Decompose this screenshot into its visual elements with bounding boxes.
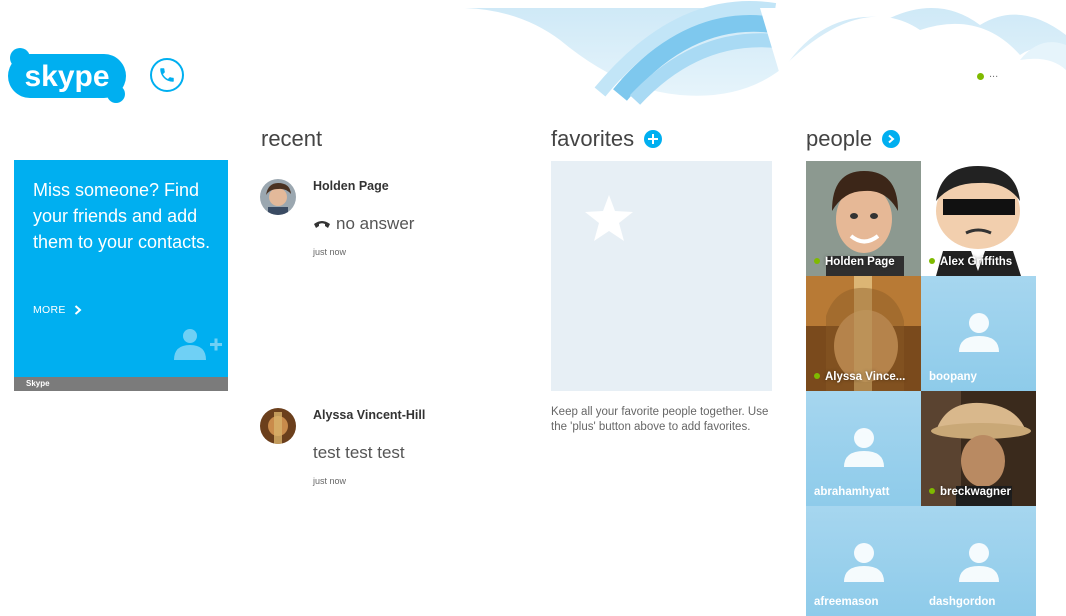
status-more[interactable]: ...: [989, 68, 998, 80]
contact-tile-alex-griffiths[interactable]: Alex Griffiths: [921, 161, 1036, 276]
contact-tile-boopany[interactable]: boopany: [921, 276, 1036, 391]
skype-logo: skype: [8, 48, 126, 103]
recent-item[interactable]: Holden Page no answer just now: [260, 179, 500, 259]
online-status-dot[interactable]: [977, 73, 984, 80]
chevron-right-icon: [74, 305, 82, 315]
contact-name-text: dashgordon: [929, 596, 996, 608]
contact-name: Alex Griffiths: [921, 252, 1036, 276]
chevron-right-icon: [888, 134, 895, 144]
contact-name: breckwagner: [921, 482, 1036, 506]
promo-more-label: MORE: [33, 304, 66, 316]
call-button[interactable]: [150, 58, 184, 92]
contact-tile-abrahamhyatt[interactable]: abrahamhyatt: [806, 391, 921, 506]
default-avatar-icon: [959, 543, 999, 582]
recent-message: no answer: [313, 214, 414, 234]
default-avatar-icon: [844, 543, 884, 582]
online-indicator: [814, 257, 820, 264]
contact-name: boopany: [921, 367, 1036, 391]
contact-tile-breckwagner[interactable]: breckwagner: [921, 391, 1036, 506]
favorites-header: favorites: [551, 126, 663, 152]
add-contact-icon: [174, 329, 222, 360]
contact-name-text: afreemason: [814, 596, 879, 608]
recent-message: test test test: [313, 443, 405, 462]
phone-icon: [160, 68, 174, 82]
recent-title: recent: [261, 126, 323, 151]
default-avatar-icon: [844, 428, 884, 467]
contact-tile-holden-page[interactable]: Holden Page: [806, 161, 921, 276]
recent-time: just now: [313, 247, 347, 257]
avatar: [260, 408, 296, 444]
missed-call-icon: [314, 220, 330, 228]
contact-name: abrahamhyatt: [806, 482, 921, 506]
people-expand-button[interactable]: [882, 130, 901, 148]
contact-tile-dashgordon[interactable]: dashgordon: [921, 506, 1036, 616]
online-indicator: [814, 372, 820, 379]
contact-tile-afreemason[interactable]: afreemason: [806, 506, 921, 616]
svg-text:skype: skype: [24, 60, 109, 93]
contact-name-text: Holden Page: [825, 256, 895, 268]
promo-more-link[interactable]: MORE: [33, 304, 82, 316]
recent-contact-name: Holden Page: [313, 179, 389, 193]
find-friends-tile[interactable]: Miss someone? Find your friends and add …: [14, 160, 228, 391]
people-header: people: [806, 126, 901, 152]
contact-name-text: boopany: [929, 371, 977, 383]
contact-name: Holden Page: [806, 252, 921, 276]
people-title: people: [806, 126, 873, 151]
favorites-title: favorites: [551, 126, 635, 151]
recent-message-text: no answer: [336, 214, 415, 233]
recent-contact-name: Alyssa Vincent-Hill: [313, 408, 426, 422]
contact-name-text: Alyssa Vince...: [825, 371, 906, 383]
avatar: [260, 179, 296, 215]
online-indicator: [929, 487, 935, 494]
promo-footer-label: Skype: [26, 379, 50, 388]
favorites-empty-tile[interactable]: [551, 161, 772, 391]
star-icon: [585, 195, 633, 241]
promo-text: Miss someone? Find your friends and add …: [33, 180, 211, 252]
contact-name-text: Alex Griffiths: [940, 256, 1013, 268]
recent-item[interactable]: Alyssa Vincent-Hill test test test just …: [260, 408, 500, 488]
header-cloud-decoration: [465, 0, 1066, 105]
contact-name-text: breckwagner: [940, 486, 1011, 498]
plus-icon: [648, 134, 659, 144]
add-favorite-button[interactable]: [644, 130, 663, 148]
contact-name: Alyssa Vince...: [806, 367, 921, 391]
favorites-help-text: Keep all your favorite people together. …: [551, 406, 769, 433]
online-indicator: [929, 257, 935, 264]
default-avatar-icon: [959, 313, 999, 352]
promo-footer: Skype: [14, 377, 228, 391]
contact-tile-alyssa-vincent-hill[interactable]: Alyssa Vince...: [806, 276, 921, 391]
contact-name: dashgordon: [921, 592, 1036, 616]
contact-name: afreemason: [806, 592, 921, 616]
contact-name-text: abrahamhyatt: [814, 486, 890, 498]
recent-time: just now: [313, 476, 347, 486]
